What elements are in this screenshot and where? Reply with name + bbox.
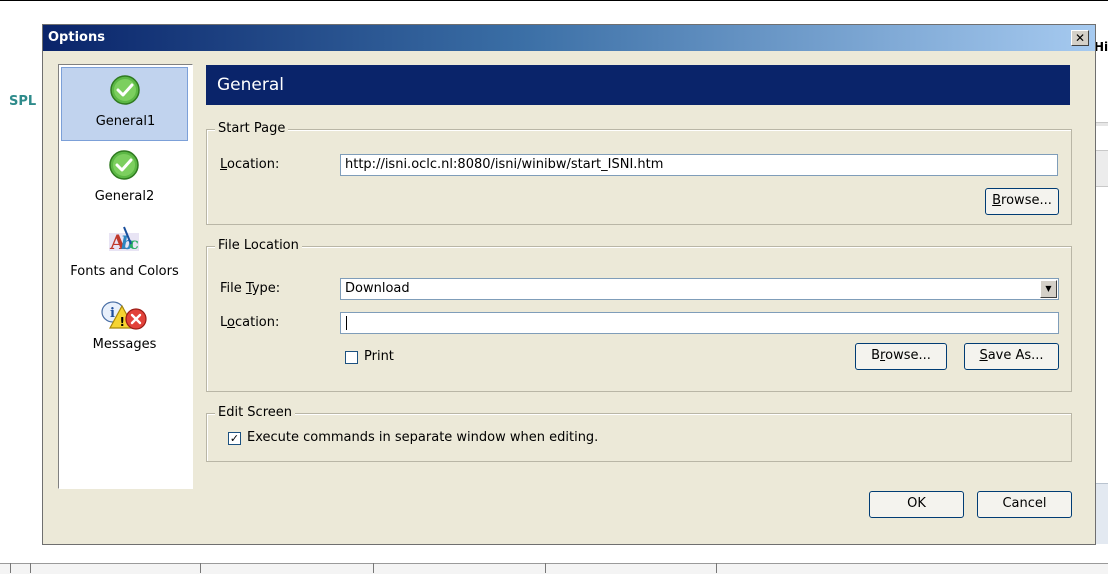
background-tab-divider [10,563,11,573]
sidebar-item-messages[interactable]: i ! Messages [61,293,188,367]
green-check-icon [110,75,140,105]
execute-commands-label[interactable]: Execute commands in separate window when… [247,430,598,445]
background-tab-divider [373,563,374,573]
sidebar-item-label: General2 [94,189,155,204]
file-type-label: File Type: [220,281,281,296]
background-tab-divider [545,563,546,573]
print-checkbox[interactable] [345,351,358,364]
checkmark-icon: ✓ [229,432,240,445]
sidebar-item-label: General1 [95,114,156,129]
background-spl-text: SPL [9,94,37,109]
options-dialog: Options ✕ General1 General2 A b c Fonts … [42,24,1096,545]
options-sidebar: General1 General2 A b c Fonts and Colors [58,64,193,489]
file-location-group: File Location File Type: Download ▼ Loca… [206,238,1072,392]
sidebar-item-label: Messages [92,337,157,352]
start-page-group: Start Page Location: http://isni.oclc.nl… [206,121,1072,225]
cancel-button[interactable]: Cancel [977,491,1072,518]
dialog-title: Options [48,30,105,45]
file-location-browse-button[interactable]: Browse... [855,343,947,370]
fonts-colors-abc-icon: A b c [109,226,139,254]
start-page-legend: Start Page [215,121,289,136]
background-left-strip [0,5,42,565]
dialog-titlebar[interactable]: Options ✕ [43,25,1095,51]
svg-text:i: i [110,306,115,321]
chevron-down-icon[interactable]: ▼ [1040,280,1057,298]
file-location-label: Location: [220,315,280,330]
close-icon: ✕ [1074,31,1086,45]
file-location-legend: File Location [215,238,302,253]
background-hi-text: Hi [1094,40,1108,54]
text-caret [346,316,347,330]
background-top-border [0,0,1108,1]
sidebar-item-label: Fonts and Colors [70,264,179,279]
svg-text:!: ! [120,315,125,329]
print-label[interactable]: Print [364,349,394,364]
close-button[interactable]: ✕ [1071,30,1089,46]
edit-screen-group: Edit Screen ✓ Execute commands in separa… [206,405,1072,462]
background-tab-divider [30,563,31,573]
background-tab-divider [200,563,201,573]
file-type-selected-value: Download [345,281,410,296]
ok-button[interactable]: OK [869,491,964,518]
sidebar-item-general1[interactable]: General1 [61,67,188,141]
background-tab-strip [0,563,1108,574]
sidebar-item-fonts-and-colors[interactable]: A b c Fonts and Colors [61,218,188,292]
section-header: General [206,65,1070,105]
execute-commands-checkbox[interactable]: ✓ [228,432,241,445]
section-title: General [217,75,284,95]
green-check-icon [109,150,139,180]
file-type-select[interactable]: Download ▼ [340,278,1059,300]
start-page-location-label: Location: [220,157,280,172]
sidebar-item-general2[interactable]: General2 [61,143,188,217]
background-tab-divider [716,563,717,573]
file-location-input[interactable] [340,312,1059,334]
save-as-button[interactable]: Save As... [964,343,1059,370]
edit-screen-legend: Edit Screen [215,405,296,420]
messages-info-warning-error-icon: i ! [101,301,147,330]
start-page-location-input[interactable]: http://isni.oclc.nl:8080/isni/winibw/sta… [340,154,1058,176]
start-page-browse-button[interactable]: Browse... [985,188,1059,215]
